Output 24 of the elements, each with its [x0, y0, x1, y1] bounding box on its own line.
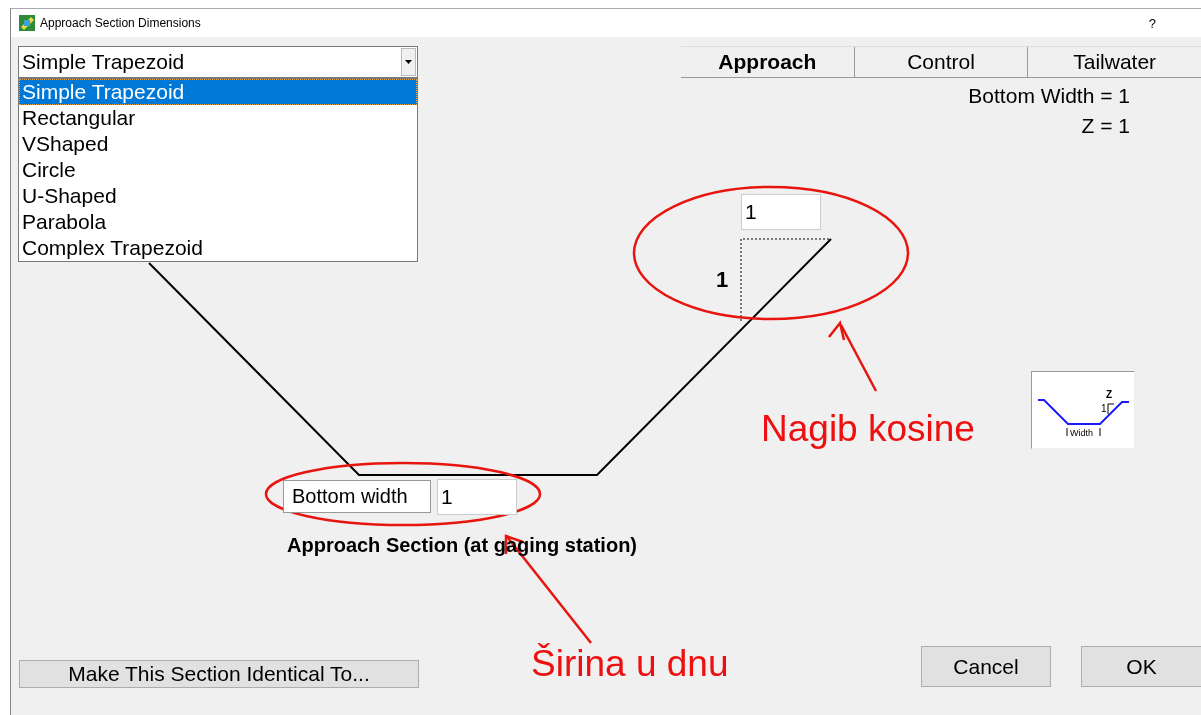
annotation-text: Širina u dnu — [531, 643, 729, 685]
bottom-width-input-field[interactable]: 1 — [437, 479, 517, 515]
help-button[interactable]: ? — [1148, 15, 1156, 31]
make-identical-button[interactable]: Make This Section Identical To... — [19, 660, 419, 688]
trapezoid-legend-icon: Z 1 Width — [1031, 371, 1135, 449]
dropdown-option[interactable]: VShaped — [19, 131, 417, 157]
pointer-arrow — [828, 320, 878, 392]
dropdown-option[interactable]: Complex Trapezoid — [19, 235, 417, 261]
cancel-button[interactable]: Cancel — [921, 646, 1051, 687]
summary-text: Bottom Width = 1 — [968, 84, 1130, 108]
rise-label: 1 — [716, 267, 729, 293]
dropdown-option[interactable]: Simple Trapezoid — [19, 79, 417, 105]
app-icon — [19, 15, 35, 31]
window-title: Approach Section Dimensions — [40, 16, 201, 30]
summary-text: Z = 1 — [1081, 114, 1130, 138]
slope-input-field[interactable]: 1 — [741, 194, 821, 230]
shape-dropdown[interactable]: Simple Trapezoid — [18, 46, 418, 78]
annotation-text: Nagib kosine — [761, 408, 975, 450]
ok-button[interactable]: OK — [1081, 646, 1201, 687]
dropdown-option[interactable]: Rectangular — [19, 105, 417, 131]
bottom-width-label: Bottom width — [283, 480, 431, 513]
dropdown-option[interactable]: Parabola — [19, 209, 417, 235]
dropdown-option[interactable]: U-Shaped — [19, 183, 417, 209]
dropdown-option[interactable]: Circle — [19, 157, 417, 183]
